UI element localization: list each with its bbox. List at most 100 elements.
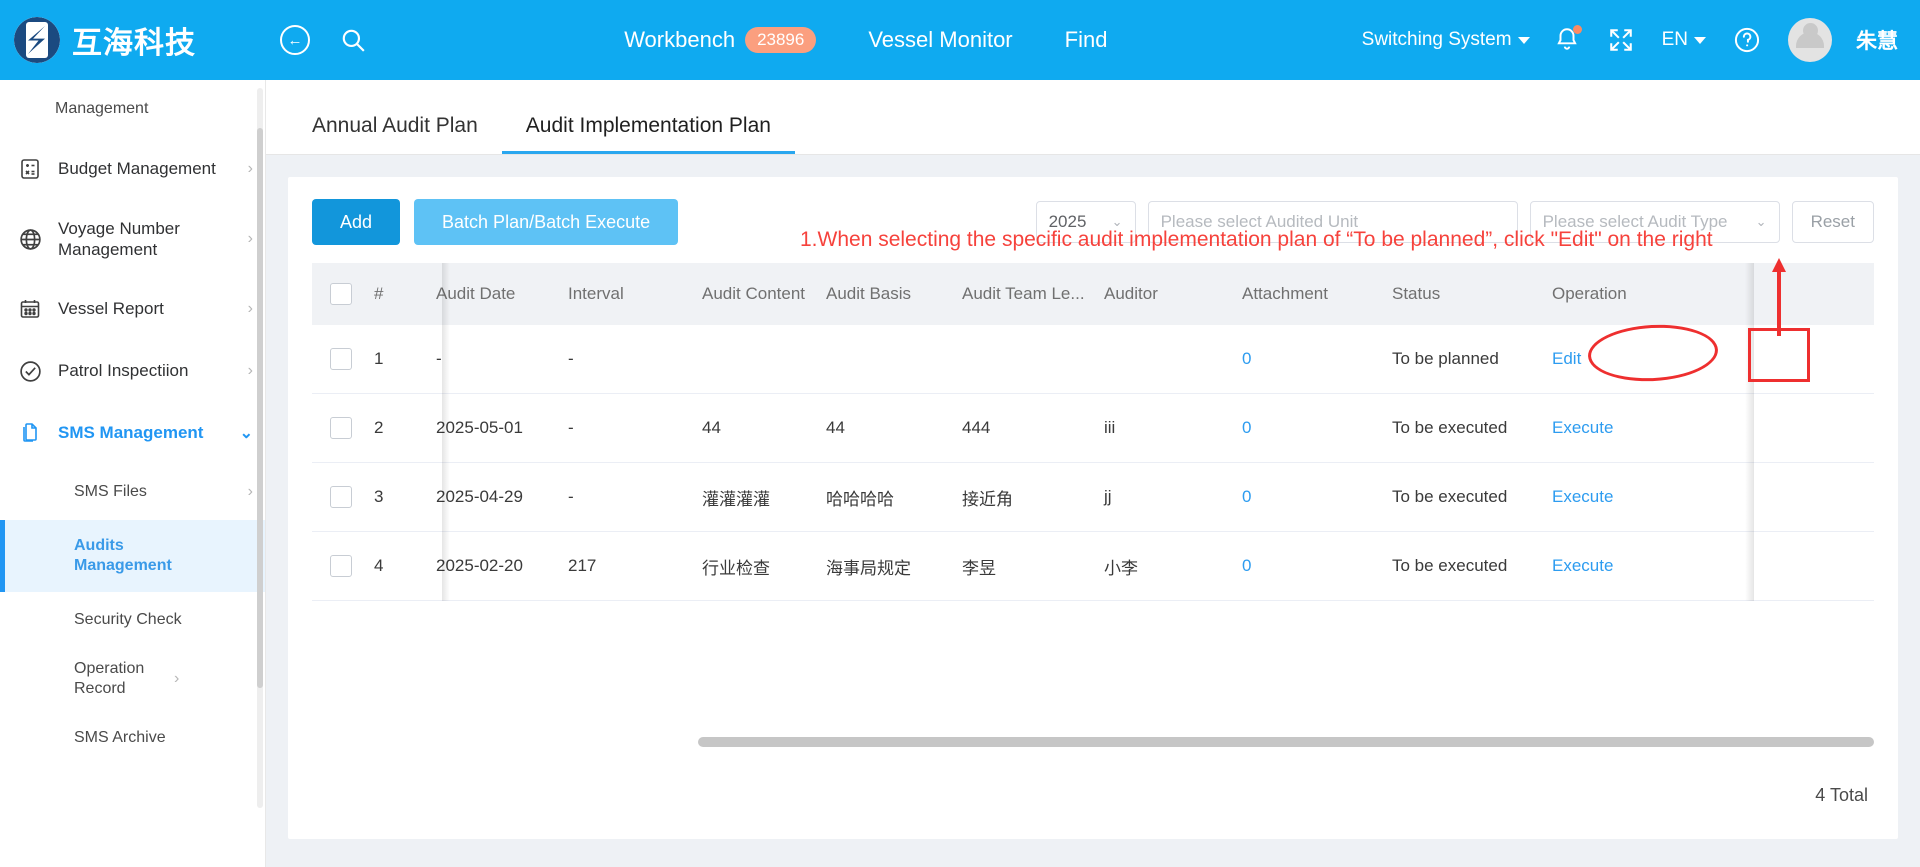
sidebar-item-sms-files[interactable]: SMS Files › — [0, 464, 265, 520]
add-button[interactable]: Add — [312, 199, 401, 245]
sidebar-item-security-check[interactable]: Security Check — [0, 592, 265, 648]
workbench-count-badge: 23896 — [745, 26, 817, 54]
company-logo-icon — [14, 17, 60, 63]
chevron-down-icon: ⌄ — [239, 425, 253, 442]
nav-vessel-monitor[interactable]: Vessel Monitor — [868, 27, 1012, 53]
reset-button[interactable]: Reset — [1791, 201, 1874, 243]
cell-status: To be executed — [1392, 418, 1508, 437]
column-header-index: # — [374, 284, 384, 303]
sidebar-item-voyage-number-management[interactable]: Voyage Number Management › — [0, 200, 265, 278]
sidebar-item-budget-management[interactable]: Budget Management › — [0, 138, 265, 200]
tab-annual-audit-plan[interactable]: Annual Audit Plan — [288, 114, 502, 154]
tab-label: Annual Audit Plan — [312, 114, 478, 137]
sidebar-item-label: Management — [55, 100, 149, 117]
brand-name: 互海科技 — [72, 27, 196, 60]
avatar[interactable] — [1788, 18, 1832, 62]
cell-index: 1 — [374, 349, 384, 368]
chevron-right-icon: › — [247, 483, 253, 500]
audit-implementation-table: # Audit Date Interval Audit Content Audi… — [312, 263, 1874, 601]
back-arrow-icon[interactable]: ← — [278, 23, 312, 57]
cell-audit-date: 2025-02-20 — [436, 556, 523, 575]
notifications-button[interactable] — [1554, 25, 1582, 55]
switching-system-button[interactable]: Switching System — [1362, 29, 1530, 51]
chevron-right-icon: › — [174, 670, 180, 687]
column-header-audit-content: Audit Content — [702, 284, 806, 303]
cell-interval: 217 — [568, 556, 597, 575]
table-header-row: # Audit Date Interval Audit Content Audi… — [312, 263, 1874, 325]
header-actions: Switching System EN 朱慧 — [1362, 18, 1920, 62]
cell-attachment[interactable]: 0 — [1242, 556, 1392, 576]
sidebar-item-vessel-report[interactable]: Vessel Report › — [0, 278, 265, 340]
language-switcher[interactable]: EN — [1662, 29, 1706, 51]
notification-dot-icon — [1572, 25, 1582, 34]
row-checkbox[interactable] — [312, 417, 374, 439]
sidebar-item-management[interactable]: Management — [0, 80, 265, 138]
sidebar-item-sms-management[interactable]: SMS Management ⌄ — [0, 402, 265, 464]
content-card: Add Batch Plan/Batch Execute 2025 ⌄ Plea… — [288, 177, 1898, 839]
chevron-right-icon: › — [247, 230, 253, 247]
cell-attachment[interactable]: 0 — [1242, 418, 1392, 438]
documents-icon — [16, 419, 44, 447]
tab-label: Audit Implementation Plan — [525, 114, 771, 137]
column-header-audit-team-leader: Audit Team Le... — [962, 284, 1085, 303]
chevron-right-icon: › — [247, 300, 253, 317]
brand: 互海科技 — [0, 17, 260, 63]
search-icon[interactable] — [336, 23, 370, 57]
switching-system-label: Switching System — [1361, 29, 1512, 50]
cell-auditor: jj — [1104, 487, 1112, 506]
tab-audit-implementation-plan[interactable]: Audit Implementation Plan — [501, 114, 796, 154]
help-icon[interactable] — [1730, 23, 1764, 57]
select-all-checkbox[interactable] — [312, 283, 374, 305]
sidebar-item-label: SMS Management — [58, 423, 204, 443]
cell-attachment[interactable]: 0 — [1242, 487, 1392, 507]
cell-audit-team-leader: 444 — [962, 418, 991, 437]
total-count-label: 4 Total — [1815, 785, 1868, 805]
row-execute-button[interactable]: Execute — [1552, 556, 1672, 576]
sidebar-item-sms-archive[interactable]: SMS Archive — [0, 710, 265, 766]
column-header-attachment: Attachment — [1242, 284, 1328, 303]
sidebar-item-operation-record[interactable]: Operation Record › — [0, 648, 265, 710]
chevron-down-icon — [1517, 36, 1530, 44]
cell-audit-basis: 44 — [826, 418, 845, 437]
table-row[interactable]: 4 2025-02-20 217 行业检查 海事局规定 李昱 小李 0 To b… — [312, 532, 1874, 601]
cell-audit-content: 44 — [702, 418, 721, 437]
batch-plan-execute-button[interactable]: Batch Plan/Batch Execute — [414, 199, 679, 245]
table-horizontal-scrollbar[interactable] — [698, 737, 1874, 747]
sidebar-scrollbar-thumb[interactable] — [257, 128, 263, 688]
annotation-text: 1.When selecting the specific audit impl… — [800, 228, 1713, 251]
cell-auditor: 小李 — [1104, 558, 1138, 578]
chevron-down-icon — [1694, 36, 1706, 44]
nav-vessel-monitor-label: Vessel Monitor — [868, 26, 1013, 52]
sidebar-scrollbar[interactable] — [257, 88, 263, 808]
nav-find[interactable]: Find — [1065, 27, 1108, 53]
nav-workbench[interactable]: Workbench 23896 — [624, 26, 817, 54]
globe-icon — [16, 225, 44, 253]
column-header-status: Status — [1392, 284, 1441, 303]
user-name: 朱慧 — [1856, 30, 1898, 53]
chevron-right-icon: › — [247, 160, 253, 177]
app-header: 互海科技 ← Workbench 23896 Vessel Monitor Fi… — [0, 0, 1920, 80]
cell-interval: - — [568, 349, 574, 368]
cell-audit-date: 2025-05-01 — [436, 418, 523, 437]
cell-audit-date: 2025-04-29 — [436, 487, 523, 506]
row-checkbox[interactable] — [312, 348, 374, 370]
cell-interval: - — [568, 418, 574, 437]
table-row[interactable]: 3 2025-04-29 - 灌灌灌灌 哈哈哈哈 接近角 jj 0 To be … — [312, 463, 1874, 532]
cell-audit-content: 行业检查 — [702, 558, 770, 578]
nav-find-label: Find — [1064, 26, 1108, 52]
row-checkbox[interactable] — [312, 486, 374, 508]
table-row[interactable]: 2 2025-05-01 - 44 44 444 iii 0 To be exe… — [312, 394, 1874, 463]
cell-audit-basis: 海事局规定 — [826, 558, 911, 578]
row-checkbox[interactable] — [312, 555, 374, 577]
row-execute-button[interactable]: Execute — [1552, 487, 1672, 507]
row-execute-button[interactable]: Execute — [1552, 418, 1672, 438]
chevron-down-icon: ⌄ — [1755, 214, 1767, 229]
sidebar-item-patrol-inspection[interactable]: Patrol Inspectiion › — [0, 340, 265, 402]
main-nav: Workbench 23896 Vessel Monitor Find — [370, 26, 1362, 54]
fullscreen-icon[interactable] — [1604, 23, 1638, 57]
column-header-operation: Operation — [1552, 284, 1627, 303]
cell-attachment[interactable]: 0 — [1242, 349, 1392, 369]
sidebar-item-audits-management[interactable]: Audits Management — [0, 520, 265, 592]
cell-index: 2 — [374, 418, 384, 437]
sidebar-item-label: Patrol Inspectiion — [58, 361, 189, 381]
